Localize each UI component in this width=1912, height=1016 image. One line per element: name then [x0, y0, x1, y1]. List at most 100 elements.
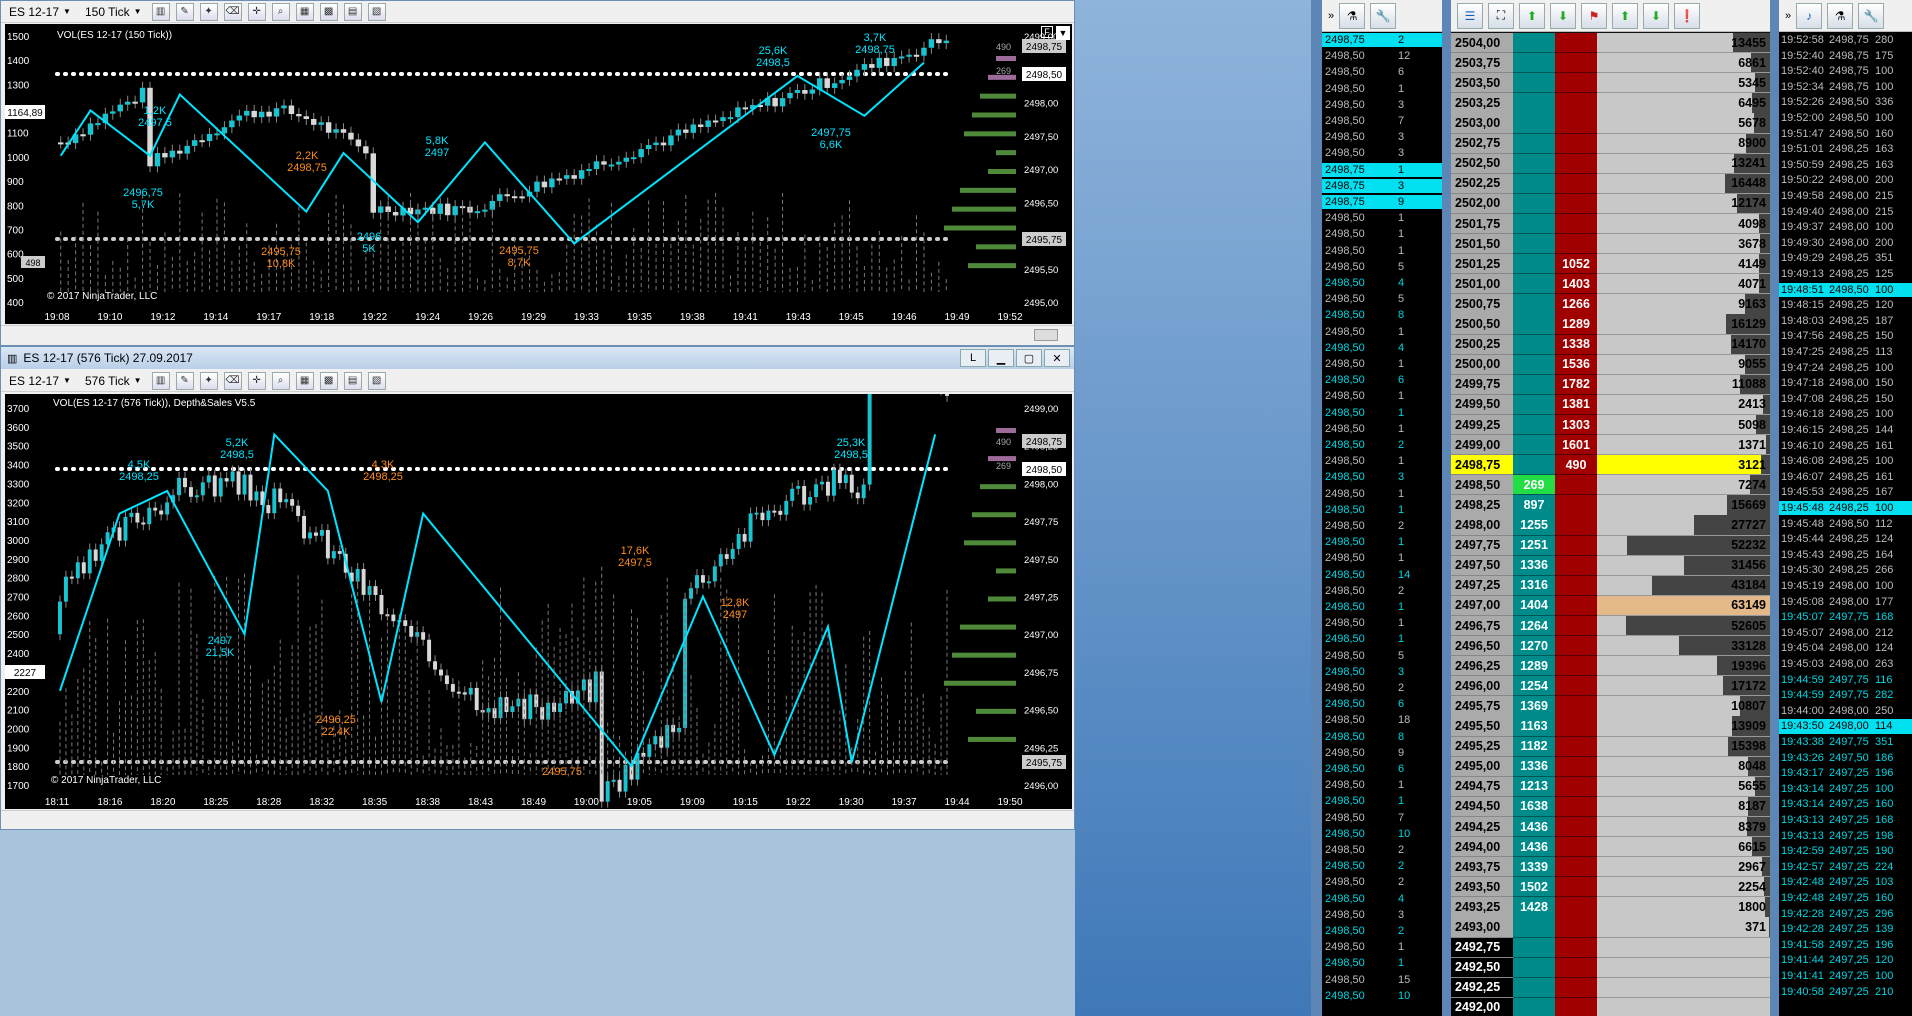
strategies-icon[interactable]: ▩	[319, 371, 338, 390]
dom-ask[interactable]	[1555, 776, 1597, 797]
dom-row[interactable]: 2499,25 1303 5098	[1451, 414, 1770, 436]
dom-row[interactable]: 2493,00 371	[1451, 917, 1770, 938]
indicators-icon[interactable]: ▦	[295, 2, 314, 21]
expand-icon[interactable]: »	[1785, 10, 1791, 22]
dom-row[interactable]: 2498,00 1255 27727	[1451, 515, 1770, 536]
dom-bid[interactable]: 1270	[1513, 636, 1555, 657]
eraser-icon[interactable]: ⌫	[223, 2, 242, 21]
dom-row[interactable]: 2496,75 1264 52605	[1451, 615, 1770, 637]
lock-icon[interactable]: ⛶	[1488, 2, 1514, 29]
filter-icon[interactable]: ⚗	[1339, 2, 1366, 29]
dom-ask[interactable]	[1555, 796, 1597, 818]
filter-icon[interactable]: ⚗	[1827, 2, 1854, 29]
dom-row[interactable]: 2492,50	[1451, 957, 1770, 978]
dom-bid[interactable]: 897	[1513, 495, 1555, 516]
dom-ask[interactable]	[1555, 877, 1597, 898]
dom-bid[interactable]: 1289	[1513, 656, 1555, 677]
collapse-arrow[interactable]: ▼	[1056, 26, 1070, 40]
dom-bid[interactable]	[1513, 374, 1555, 395]
dom-bid[interactable]	[1513, 53, 1555, 74]
sound-icon[interactable]: ♪	[1796, 2, 1823, 29]
dom-row[interactable]: 2494,75 1213 5655	[1451, 776, 1770, 797]
dom-row[interactable]: 2492,00	[1451, 997, 1770, 1016]
zoom-icon[interactable]: ⌕	[271, 2, 290, 21]
dom-ask[interactable]	[1555, 475, 1597, 496]
alert-icon[interactable]: ❗	[1674, 2, 1700, 29]
close-icon[interactable]: ✕	[1044, 349, 1070, 367]
dom-row[interactable]: 2493,75 1339 2967	[1451, 857, 1770, 878]
top-chart-plot[interactable]: VOL(ES 12-17 (150 Tick)) © 2017 NinjaTra…	[5, 24, 1072, 324]
dom-bid[interactable]: 1251	[1513, 535, 1555, 556]
dom-bid[interactable]	[1513, 294, 1555, 315]
dom-bid[interactable]	[1513, 73, 1555, 94]
dom-ask[interactable]	[1555, 696, 1597, 717]
dom-row[interactable]: 2501,25 1052 4149	[1451, 254, 1770, 275]
dom-ask[interactable]	[1555, 937, 1597, 958]
maximize-icon[interactable]: ▢	[1016, 349, 1042, 367]
dom-ask[interactable]	[1555, 495, 1597, 516]
dom-row[interactable]: 2500,50 1289 16129	[1451, 314, 1770, 335]
dom-ask[interactable]: 1782	[1555, 374, 1597, 395]
dom-bid[interactable]	[1513, 193, 1555, 215]
dom-ask[interactable]	[1555, 234, 1597, 255]
dom-row[interactable]: 2498,50 269 7274	[1451, 475, 1770, 496]
dom-row[interactable]: 2498,25 897 15669	[1451, 495, 1770, 516]
dom-ask[interactable]	[1555, 837, 1597, 858]
dom-ask[interactable]	[1555, 977, 1597, 998]
dom-bid[interactable]	[1513, 274, 1555, 295]
dom-bid[interactable]: 1428	[1513, 897, 1555, 918]
dom-ask[interactable]: 1289	[1555, 314, 1597, 335]
dom-ask[interactable]	[1555, 615, 1597, 637]
ladder-icon[interactable]: ☰	[1457, 2, 1483, 29]
dom-row[interactable]: 2494,50 1638 8187	[1451, 796, 1770, 818]
dom-bid[interactable]	[1513, 354, 1555, 375]
pencil-icon[interactable]: ✎	[175, 371, 194, 390]
dom-bid[interactable]: 1502	[1513, 877, 1555, 898]
f-button[interactable]: F	[1041, 26, 1053, 38]
dom-ask[interactable]	[1555, 515, 1597, 536]
dom-bid[interactable]: 1339	[1513, 857, 1555, 878]
dom-ask[interactable]	[1555, 153, 1597, 174]
dom-row[interactable]: 2504,00 13455	[1451, 33, 1770, 54]
bar-style-icon[interactable]: ▥	[151, 371, 170, 390]
dom-ask[interactable]: 1338	[1555, 334, 1597, 355]
dom-bid[interactable]: 1264	[1513, 615, 1555, 637]
dom-bid[interactable]	[1513, 414, 1555, 436]
dom-ask[interactable]	[1555, 113, 1597, 134]
dom-bid[interactable]	[1513, 33, 1555, 54]
dom-row[interactable]: 2499,75 1782 11088	[1451, 374, 1770, 395]
bar-style-icon[interactable]: ▥	[151, 2, 170, 21]
dom-row[interactable]: 2494,25 1436 8379	[1451, 816, 1770, 838]
strategies-icon[interactable]: ▩	[319, 2, 338, 21]
dom-bid[interactable]	[1513, 334, 1555, 355]
dom-ask[interactable]: 1303	[1555, 414, 1597, 436]
dom-bid[interactable]: 1369	[1513, 696, 1555, 717]
eraser-icon[interactable]: ⌫	[223, 371, 242, 390]
dom-row[interactable]: 2492,75	[1451, 937, 1770, 958]
dom-bid[interactable]	[1513, 917, 1555, 938]
dom-bid[interactable]: 1163	[1513, 716, 1555, 737]
dom-row[interactable]: 2495,25 1182 15398	[1451, 736, 1770, 757]
expand-icon[interactable]: »	[1328, 10, 1334, 22]
dom-bid[interactable]: 1316	[1513, 575, 1555, 596]
dom-ask[interactable]: 1403	[1555, 274, 1597, 295]
dom-row[interactable]: 2498,75 490 3121	[1451, 455, 1770, 476]
top-hscrollbar[interactable]	[1, 325, 1074, 343]
dom-bid[interactable]	[1513, 435, 1555, 456]
dom-bid[interactable]	[1513, 977, 1555, 998]
dom-ask[interactable]: 1266	[1555, 294, 1597, 315]
dom-row[interactable]: 2495,00 1336 8048	[1451, 756, 1770, 777]
sell-market-icon[interactable]: ⬇	[1643, 2, 1669, 29]
dom-row[interactable]: 2502,75 8900	[1451, 133, 1770, 154]
dom-ask[interactable]	[1555, 213, 1597, 235]
dom-bid[interactable]: 269	[1513, 475, 1555, 496]
dom-ask[interactable]	[1555, 73, 1597, 94]
indicators-icon[interactable]: ▦	[295, 371, 314, 390]
dom-ask[interactable]	[1555, 857, 1597, 878]
dom-ask[interactable]	[1555, 997, 1597, 1016]
dom-ask[interactable]	[1555, 816, 1597, 838]
dom-ask[interactable]	[1555, 133, 1597, 154]
dom-ask[interactable]	[1555, 957, 1597, 978]
dom-ask[interactable]	[1555, 173, 1597, 194]
dom-bid[interactable]: 1254	[1513, 676, 1555, 697]
